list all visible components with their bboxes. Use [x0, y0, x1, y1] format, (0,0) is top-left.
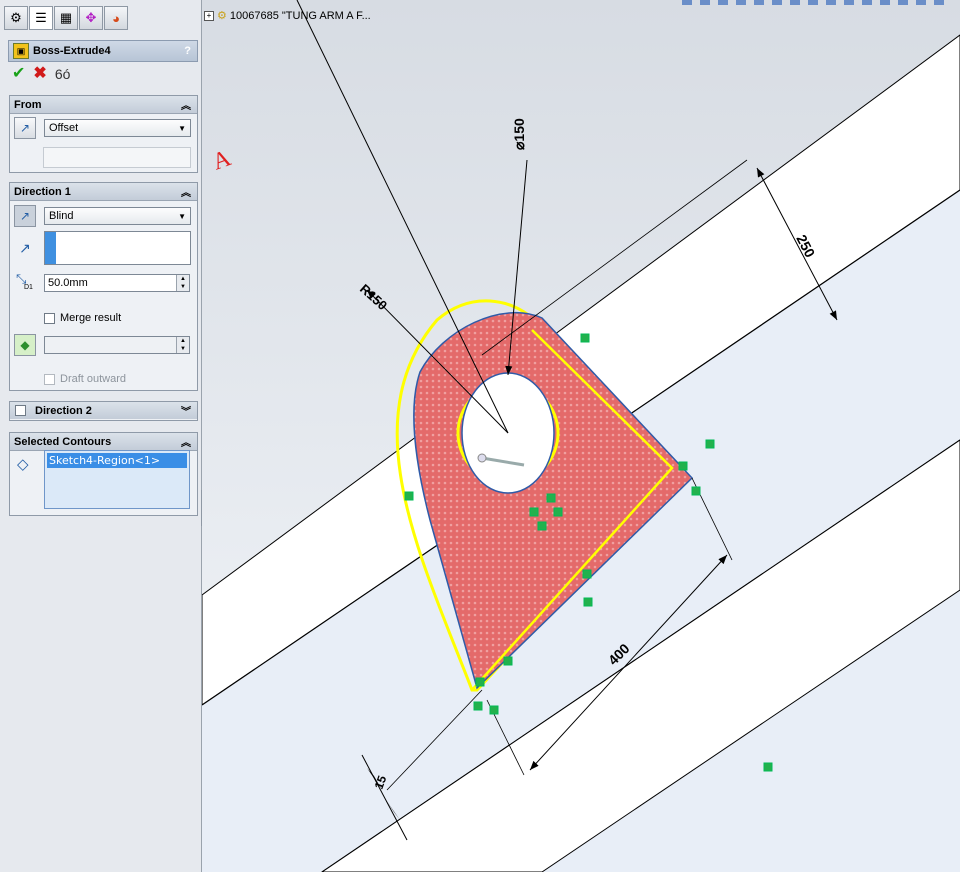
merge-result-label: Merge result — [60, 312, 122, 324]
feature-manager-tab[interactable]: ⚙ — [4, 6, 28, 30]
end-condition-select[interactable]: Blind ▼ — [44, 207, 191, 225]
direction-selection-box[interactable] — [44, 231, 191, 265]
dropdown-arrow-icon: ▼ — [178, 123, 186, 133]
end-condition-value: Blind — [49, 210, 74, 222]
offset-value-box[interactable] — [43, 147, 191, 168]
draft-outward-checkbox[interactable] — [44, 373, 55, 385]
direction1-group: Direction 1 ︽ ↗ Blind ▼ ↗ ⤡ D1 50.0mm ▲ ▼ — [9, 182, 198, 391]
property-manager-panel: ⚙ ☰ ▦ ✥ ◕ ▣ Boss-Extrude4 ? ✔ ✖ 6ó From … — [0, 0, 202, 872]
depth-icon: ⤡ D1 — [16, 271, 33, 291]
merge-result-checkbox[interactable] — [44, 312, 55, 324]
from-group-header[interactable]: From ︽ — [10, 96, 197, 114]
detailed-preview-icon[interactable]: 6ó — [55, 64, 71, 84]
direction2-checkbox[interactable] — [15, 405, 26, 416]
draft-angle-input[interactable]: ▲ ▼ — [44, 336, 190, 354]
expand-chevron-icon: ︾ — [181, 407, 191, 418]
feature-manager-icon: ⚙ — [10, 10, 22, 25]
dimxpert-icon: ✥ — [85, 10, 97, 25]
help-button[interactable]: ? — [184, 45, 191, 57]
selected-contours-group: Selected Contours ︽ ◇ Sketch4-Region<1> — [9, 432, 198, 516]
collapse-chevron-icon: ︽ — [181, 438, 191, 449]
draft-outward-option[interactable]: Draft outward — [44, 373, 126, 385]
draft-outward-label: Draft outward — [60, 373, 127, 385]
direction2-header[interactable]: Direction 2 ︾ — [10, 402, 197, 419]
direction2-header-label: Direction 2 — [35, 404, 92, 417]
selected-contours-header-label: Selected Contours — [14, 435, 112, 448]
feature-title: Boss-Extrude4 — [33, 45, 111, 57]
from-group: From ︽ ↗ Offset ▼ — [9, 95, 198, 173]
dimxpert-tab[interactable]: ✥ — [79, 6, 103, 30]
dia-150-dimension[interactable]: ⌀150 — [511, 118, 527, 150]
selected-contours-header[interactable]: Selected Contours ︽ — [10, 433, 197, 451]
draft-toggle-button[interactable]: ◆ — [14, 334, 36, 356]
property-manager-icon: ☰ — [35, 10, 47, 25]
draft-icon: ◆ — [20, 338, 30, 352]
contours-listbox[interactable]: Sketch4-Region<1> — [44, 450, 190, 509]
configuration-manager-icon: ▦ — [59, 10, 73, 25]
heads-up-toolbar — [682, 0, 944, 5]
expand-tree-icon[interactable]: + — [204, 10, 214, 21]
property-manager-tab[interactable]: ☰ — [29, 6, 53, 30]
cancel-x-icon[interactable]: ✖ — [33, 64, 46, 84]
depth-spinner[interactable]: ▲ ▼ — [176, 275, 189, 291]
display-manager-tab[interactable]: ◕ — [104, 6, 128, 30]
direction2-group: Direction 2 ︾ — [9, 401, 198, 421]
collapse-chevron-icon: ︽ — [181, 188, 191, 199]
reverse-direction-button[interactable]: ↗ — [14, 205, 36, 227]
graphics-viewport[interactable]: ⌀150 250 R150 400 15 A — [202, 0, 960, 872]
from-select-value: Offset — [49, 122, 79, 134]
reverse-direction-icon: ↗ — [19, 209, 31, 223]
ok-check-icon[interactable]: ✔ — [12, 64, 25, 84]
direction1-header-label: Direction 1 — [14, 185, 71, 198]
merge-result-option[interactable]: Merge result — [44, 312, 121, 324]
manager-tabs: ⚙ ☰ ▦ ✥ ◕ — [4, 6, 128, 32]
list-item[interactable]: Sketch4-Region<1> — [47, 453, 187, 468]
part-icon: ⚙ — [217, 10, 227, 22]
part-name: 10067685 "TUNG ARM A F... — [229, 9, 371, 22]
display-manager-icon: ◕ — [112, 10, 120, 26]
from-select[interactable]: Offset ▼ — [44, 119, 191, 137]
feature-title-bar: ▣ Boss-Extrude4 ? — [8, 40, 198, 62]
draft-angle-spinner[interactable]: ▲ ▼ — [176, 337, 189, 353]
feature-tree-flyout[interactable]: + ⚙ 10067685 "TUNG ARM A F... — [204, 9, 371, 22]
configuration-manager-tab[interactable]: ▦ — [54, 6, 78, 30]
origin-icon — [477, 453, 487, 463]
from-header-label: From — [14, 98, 42, 111]
depth-value: 50.0mm — [48, 277, 88, 289]
direction-vector-icon: ↗ — [19, 239, 31, 256]
depth-label: D1 — [24, 284, 33, 291]
depth-input[interactable]: 50.0mm ▲ ▼ — [44, 274, 190, 292]
from-direction-icon: ↗ — [14, 117, 36, 139]
collapse-chevron-icon: ︽ — [181, 101, 191, 112]
action-row: ✔ ✖ 6ó — [12, 64, 70, 84]
selection-focus-bar — [45, 232, 56, 264]
dropdown-arrow-icon: ▼ — [178, 211, 186, 221]
direction1-header[interactable]: Direction 1 ︽ — [10, 183, 197, 201]
boss-extrude-icon: ▣ — [13, 43, 29, 59]
contour-icon: ◇ — [17, 456, 29, 473]
